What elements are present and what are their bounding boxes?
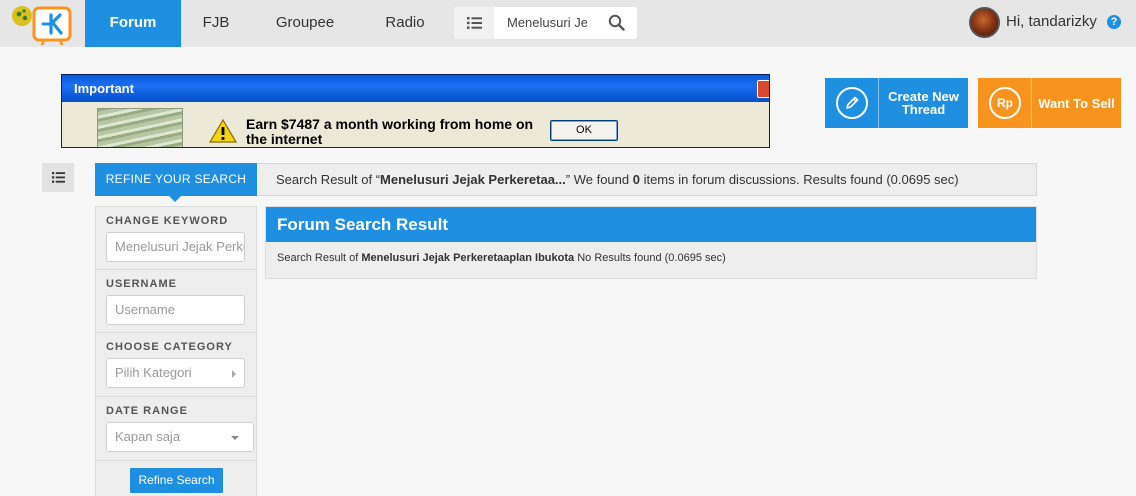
want-to-sell-button[interactable]: Rp Want To Sell bbox=[978, 78, 1121, 128]
list-view-toggle[interactable] bbox=[42, 163, 74, 192]
kaskus-logo[interactable] bbox=[10, 3, 80, 47]
result-summary: Search Result of “Menelusuri Jejak Perke… bbox=[276, 164, 959, 195]
username-label: USERNAME bbox=[106, 278, 177, 290]
tab-fjb[interactable]: FJB bbox=[190, 0, 242, 47]
top-navbar: Forum FJB Groupee Radio Menelusuri Je Hi… bbox=[0, 0, 1136, 47]
search-icon[interactable] bbox=[608, 14, 625, 31]
rupiah-icon: Rp bbox=[989, 87, 1021, 119]
tab-radio[interactable]: Radio bbox=[372, 0, 438, 47]
warning-icon bbox=[209, 119, 237, 143]
summary-prefix: Search Result of “ bbox=[276, 172, 381, 187]
username-input[interactable]: Username bbox=[106, 295, 245, 325]
panel-title: Forum Search Result bbox=[266, 207, 1036, 242]
search-result-bar: REFINE YOUR SEARCH Search Result of “Men… bbox=[95, 163, 1037, 202]
date-range-label: DATE RANGE bbox=[106, 405, 188, 417]
sell-icon-wrap: Rp bbox=[978, 78, 1032, 128]
ad-message: Earn $7487 a month working from home on … bbox=[246, 116, 534, 147]
ad-close-icon[interactable] bbox=[757, 80, 769, 98]
search-input[interactable]: Menelusuri Je bbox=[507, 7, 587, 39]
forum-search-result-panel: Forum Search Result Search Result of Men… bbox=[265, 206, 1037, 279]
refine-tab-label: REFINE YOUR SEARCH bbox=[105, 172, 247, 186]
date-range-section: DATE RANGE Kapan saja bbox=[96, 397, 256, 461]
keyword-section: CHANGE KEYWORD Menelusuri Jejak Perkeret… bbox=[96, 207, 256, 270]
ad-title: Important bbox=[62, 75, 769, 102]
help-icon[interactable]: ? bbox=[1107, 15, 1121, 29]
date-range-value: Kapan saja bbox=[115, 429, 181, 444]
date-range-select[interactable]: Kapan saja bbox=[106, 422, 254, 452]
ad-banner[interactable]: Important Earn $7487 a month working fro… bbox=[61, 74, 770, 148]
summary-middle: ” We found bbox=[565, 172, 633, 187]
panel-prefix: Search Result of bbox=[277, 252, 362, 264]
want-to-sell-label: Want To Sell bbox=[1038, 95, 1115, 111]
tab-groupee[interactable]: Groupee bbox=[265, 0, 345, 47]
category-label: CHOOSE CATEGORY bbox=[106, 341, 233, 353]
pencil-icon bbox=[836, 87, 868, 119]
panel-suffix: No Results found (0.0695 sec) bbox=[574, 252, 726, 264]
summary-suffix: items in forum discussions. Results foun… bbox=[639, 172, 959, 187]
summary-count: 0 bbox=[632, 172, 640, 187]
refine-tab-arrow bbox=[169, 196, 181, 202]
create-thread-label: Create New Thread bbox=[888, 89, 959, 117]
keyword-label: CHANGE KEYWORD bbox=[106, 215, 229, 227]
refine-search-button[interactable]: Refine Search bbox=[130, 468, 223, 493]
rupiah-icon-text: Rp bbox=[997, 96, 1013, 110]
list-icon bbox=[52, 172, 65, 183]
list-icon bbox=[467, 17, 482, 29]
create-thread-icon-wrap bbox=[825, 78, 879, 128]
keyword-input[interactable]: Menelusuri Jejak Perkeretaaplan Ibukota bbox=[106, 232, 245, 262]
panel-message: Search Result of Menelusuri Jejak Perker… bbox=[266, 242, 1036, 264]
refine-your-search-tab[interactable]: REFINE YOUR SEARCH bbox=[95, 163, 257, 202]
username-section: USERNAME Username bbox=[96, 270, 256, 333]
chevron-right-icon bbox=[232, 370, 236, 378]
panel-query: Menelusuri Jejak Perkeretaaplan Ibukota bbox=[361, 252, 575, 264]
category-value: Pilih Kategori bbox=[115, 365, 192, 380]
chevron-down-icon bbox=[231, 436, 239, 440]
refine-search-sidebar: CHANGE KEYWORD Menelusuri Jejak Perkeret… bbox=[95, 206, 257, 496]
money-image bbox=[97, 108, 183, 147]
user-greeting[interactable]: Hi, tandarizky bbox=[1006, 13, 1097, 30]
search-scope-button[interactable] bbox=[454, 7, 494, 39]
user-avatar[interactable] bbox=[969, 7, 1000, 38]
search-bar: Menelusuri Je bbox=[454, 7, 637, 39]
category-section: CHOOSE CATEGORY Pilih Kategori bbox=[96, 333, 256, 397]
create-new-thread-button[interactable]: Create New Thread bbox=[825, 78, 968, 128]
ad-ok-button[interactable]: OK bbox=[550, 120, 618, 141]
category-select[interactable]: Pilih Kategori bbox=[106, 358, 245, 388]
summary-query: Menelusuri Jejak Perkeretaa... bbox=[380, 172, 566, 187]
tab-forum[interactable]: Forum bbox=[85, 0, 181, 47]
